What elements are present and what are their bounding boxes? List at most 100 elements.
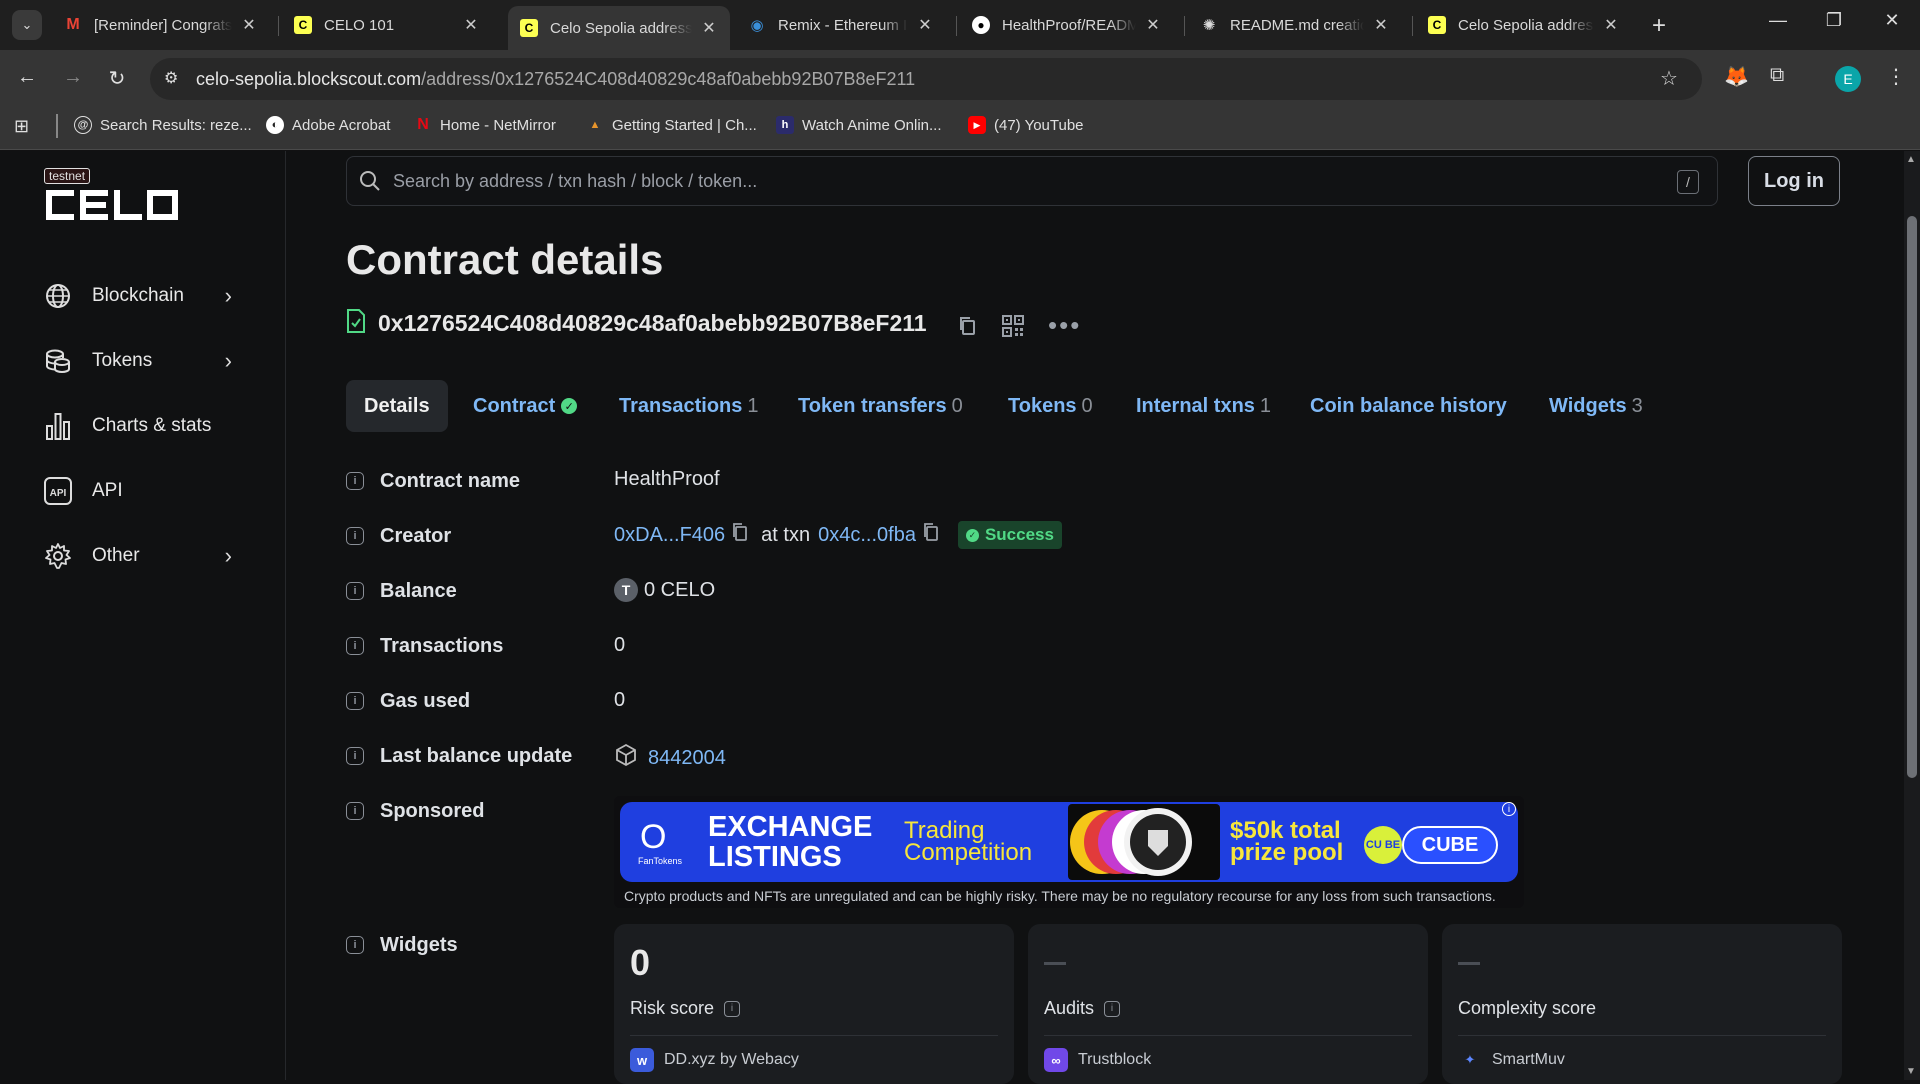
creator-address-link[interactable]: 0xDA...F406 xyxy=(614,524,725,547)
banner-sub-line: Competition xyxy=(904,839,1033,866)
info-icon[interactable]: i xyxy=(346,472,364,490)
tab-count: 1 xyxy=(747,394,759,417)
nav-api[interactable]: API API xyxy=(44,471,244,511)
tab-title: HealthProof/README xyxy=(1002,16,1136,34)
scroll-up-arrow-icon[interactable]: ▲ xyxy=(1906,154,1916,165)
celo-logo[interactable] xyxy=(44,186,178,230)
widget-card-audits[interactable]: Audits i ∞ Trustblock xyxy=(1028,924,1428,1084)
close-icon[interactable]: ✕ xyxy=(1602,15,1620,35)
tab-tokens[interactable]: Tokens 0 xyxy=(1008,380,1093,432)
restore-button[interactable]: ❐ xyxy=(1814,10,1854,31)
tab-transactions[interactable]: Transactions 1 xyxy=(619,380,759,432)
browser-tab[interactable]: C CELO 101 ✕ xyxy=(282,8,492,42)
reload-button[interactable]: ↻ xyxy=(102,66,132,91)
banner-brand: FanTokens xyxy=(638,856,683,866)
status-badge: ✓ Success xyxy=(957,521,1062,549)
nav-blockchain[interactable]: Blockchain › xyxy=(44,276,244,316)
scroll-down-arrow-icon[interactable]: ▼ xyxy=(1906,1066,1916,1077)
remix-icon: ◉ xyxy=(750,17,764,34)
nav-tokens[interactable]: Tokens › xyxy=(44,341,244,381)
forward-button[interactable]: → xyxy=(58,66,88,89)
tab-label: Contract xyxy=(473,394,556,417)
detail-row-sponsored: i Sponsored xyxy=(346,796,484,826)
widget-card-complexity-score[interactable]: Complexity score ✦ SmartMuv xyxy=(1442,924,1842,1084)
tab-token-transfers[interactable]: Token transfers 0 xyxy=(798,380,963,432)
url-text[interactable]: celo-sepolia.blockscout.com/address/0x12… xyxy=(196,69,915,90)
widget-provider[interactable]: ∞ Trustblock xyxy=(1044,1048,1151,1072)
browser-tab[interactable]: ✺ README.md creation ✕ xyxy=(1188,8,1402,42)
info-icon[interactable]: i xyxy=(346,936,364,954)
bookmark-item[interactable]: ◐ Adobe Acrobat xyxy=(266,116,390,134)
close-icon[interactable]: ✕ xyxy=(916,15,934,35)
profile-avatar[interactable]: E xyxy=(1835,66,1861,92)
site-settings-icon[interactable]: ⚙ xyxy=(164,68,178,88)
close-window-button[interactable]: ✕ xyxy=(1872,10,1912,31)
bookmark-label: Getting Started | Ch... xyxy=(612,116,757,134)
info-icon[interactable]: i xyxy=(346,582,364,600)
browser-tab[interactable]: C Celo Sepolia address ✕ xyxy=(1416,8,1632,42)
info-icon[interactable]: i xyxy=(1104,1000,1121,1017)
info-icon[interactable]: i xyxy=(346,747,364,765)
nav-other[interactable]: Other › xyxy=(44,536,244,576)
more-options-icon[interactable]: ••• xyxy=(1048,310,1081,341)
bookmark-item[interactable]: N Home - NetMirror xyxy=(414,116,556,134)
scrollbar-thumb[interactable] xyxy=(1907,216,1917,778)
widget-provider[interactable]: w DD.xyz by Webacy xyxy=(630,1048,799,1072)
copy-address-icon[interactable] xyxy=(958,316,976,341)
browser-tab[interactable]: ◉ Remix - Ethereum IDE ✕ xyxy=(736,8,946,42)
info-icon[interactable]: i xyxy=(346,637,364,655)
qr-code-icon[interactable] xyxy=(1002,315,1024,342)
ad-info-icon[interactable]: i xyxy=(1502,802,1516,816)
close-icon[interactable]: ✕ xyxy=(1144,15,1162,35)
block-number-link[interactable]: 8442004 xyxy=(648,747,726,770)
copy-icon[interactable] xyxy=(725,522,755,548)
browser-menu-icon[interactable]: ⋮ xyxy=(1886,64,1906,89)
detail-label: Widgets xyxy=(380,933,458,956)
banner-cube-button[interactable]: CUBE xyxy=(1402,826,1498,864)
extensions-icon[interactable]: ⧉ xyxy=(1770,64,1784,87)
tab-contract[interactable]: Contract ✓ xyxy=(473,380,578,432)
nav-charts-stats[interactable]: Charts & stats xyxy=(44,406,244,446)
widget-provider[interactable]: ✦ SmartMuv xyxy=(1458,1048,1565,1072)
close-icon[interactable]: ✕ xyxy=(240,15,258,35)
new-tab-button[interactable]: + xyxy=(1652,12,1666,40)
close-icon[interactable]: ✕ xyxy=(462,15,480,35)
metamask-extension-icon[interactable]: 🦊 xyxy=(1724,64,1749,89)
bookmark-star-icon[interactable]: ☆ xyxy=(1660,66,1678,91)
provider-name: Trustblock xyxy=(1078,1051,1152,1068)
browser-tab-active[interactable]: C Celo Sepolia address ✕ xyxy=(508,6,730,50)
bookmark-item[interactable]: h Watch Anime Onlin... xyxy=(776,116,942,134)
close-icon[interactable]: ✕ xyxy=(1372,15,1390,35)
bookmark-item[interactable]: ▶ (47) YouTube xyxy=(968,116,1084,134)
back-button[interactable]: ← xyxy=(12,66,42,89)
search-bar[interactable]: Search by address / txn hash / block / t… xyxy=(346,156,1718,206)
info-icon[interactable]: i xyxy=(346,802,364,820)
api-icon: API xyxy=(44,477,72,505)
tab-details[interactable]: Details xyxy=(346,380,448,432)
minimize-button[interactable]: — xyxy=(1758,10,1798,31)
login-button[interactable]: Log in xyxy=(1748,156,1840,206)
widget-label-text: Audits xyxy=(1044,998,1095,1018)
creator-txn-link[interactable]: 0x4c...0fba xyxy=(818,524,916,547)
info-icon[interactable]: i xyxy=(346,527,364,545)
info-icon[interactable]: i xyxy=(724,1000,741,1017)
tab-coin-balance-history[interactable]: Coin balance history xyxy=(1310,380,1507,432)
bookmark-label: Watch Anime Onlin... xyxy=(802,116,942,134)
detail-row-last-balance-update: i Last balance update xyxy=(346,741,572,771)
svg-text:API: API xyxy=(50,488,67,499)
tab-search-button[interactable]: ⌄ xyxy=(12,10,42,40)
browser-tab[interactable]: M [Reminder] Congrats ✕ xyxy=(52,8,270,42)
tab-internal-txns[interactable]: Internal txns 1 xyxy=(1136,380,1271,432)
celo-logo-mark xyxy=(46,190,178,220)
bookmark-item[interactable]: @ Search Results: reze... xyxy=(74,116,252,134)
apps-grid-icon[interactable]: ⊞ xyxy=(14,116,29,137)
bookmark-item[interactable]: ▲ Getting Started | Ch... xyxy=(586,116,757,134)
tab-widgets[interactable]: Widgets 3 xyxy=(1549,380,1643,432)
search-placeholder: Search by address / txn hash / block / t… xyxy=(393,171,758,191)
browser-tab[interactable]: ● HealthProof/README ✕ xyxy=(960,8,1174,42)
close-icon[interactable]: ✕ xyxy=(700,18,718,38)
bookmark-label: Search Results: reze... xyxy=(100,116,252,134)
copy-icon[interactable] xyxy=(916,522,952,548)
widget-card-risk-score[interactable]: 0 Risk score i w DD.xyz by Webacy xyxy=(614,924,1014,1084)
info-icon[interactable]: i xyxy=(346,692,364,710)
